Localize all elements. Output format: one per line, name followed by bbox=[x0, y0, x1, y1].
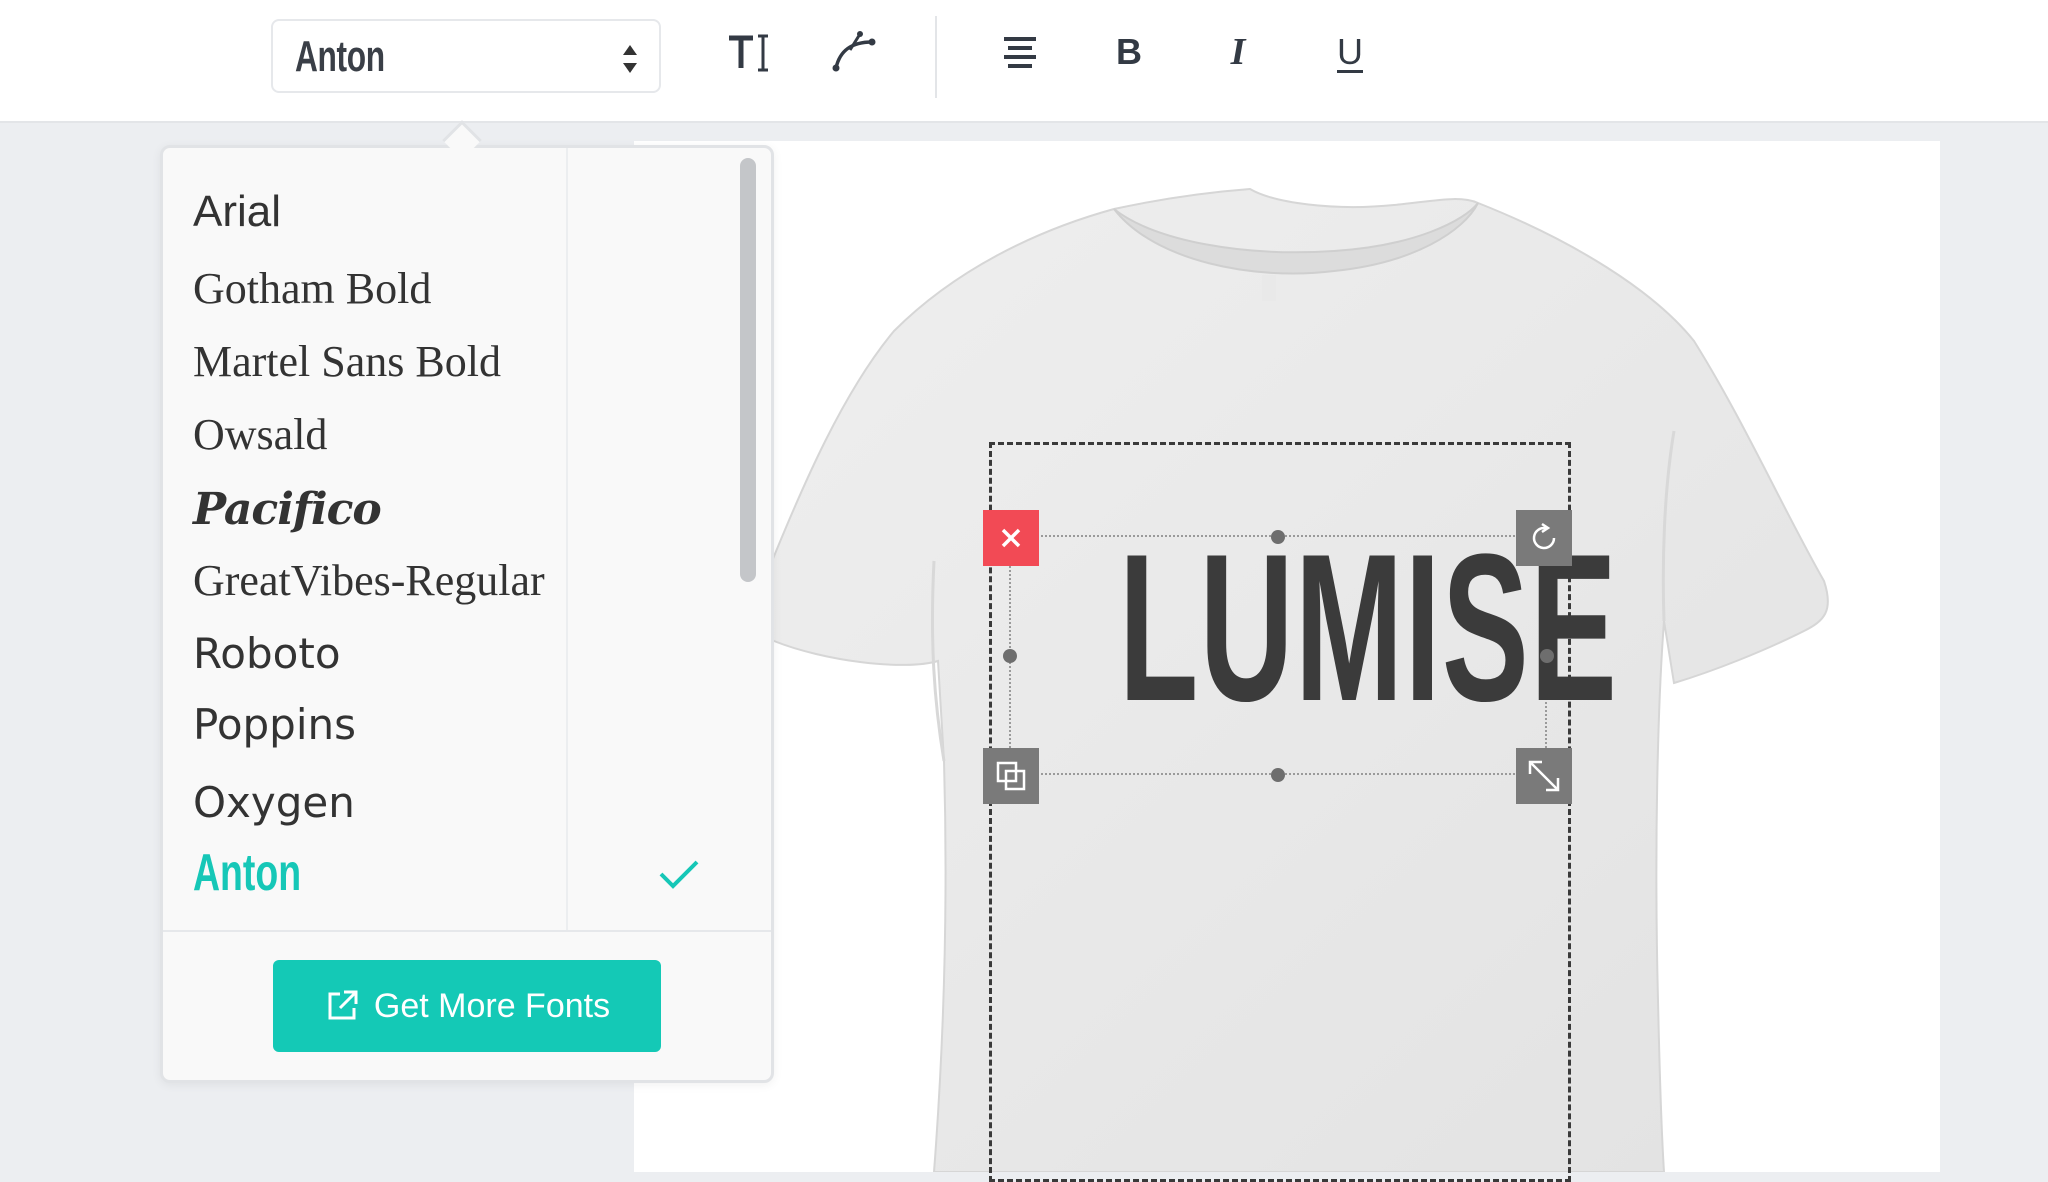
font-option-anton-label: Anton bbox=[193, 844, 302, 902]
rotate-icon bbox=[1532, 522, 1556, 550]
curve-icon bbox=[832, 31, 876, 72]
font-option-gotham-bold[interactable]: Gotham Bold bbox=[193, 256, 713, 322]
curved-text-button[interactable] bbox=[824, 22, 884, 82]
font-option-martel-sans-bold[interactable]: Martel Sans Bold bbox=[193, 329, 713, 395]
font-option-greatvibes-regular[interactable]: GreatVibes-Regular bbox=[193, 548, 713, 614]
resize-icon bbox=[1528, 760, 1560, 792]
close-icon bbox=[1001, 528, 1021, 548]
get-more-fonts-label: Get More Fonts bbox=[373, 986, 611, 1025]
duplicate-icon bbox=[996, 761, 1026, 791]
text-size-button[interactable] bbox=[718, 22, 778, 82]
handle-bottom[interactable] bbox=[1271, 768, 1285, 782]
rotate-object-button[interactable] bbox=[1516, 510, 1572, 566]
bold-label: B bbox=[1116, 31, 1142, 72]
handle-left[interactable] bbox=[1003, 649, 1017, 663]
underline-button[interactable]: U bbox=[1320, 22, 1380, 82]
font-option-pacifico[interactable]: Pacifico bbox=[193, 477, 713, 543]
handle-right[interactable] bbox=[1540, 649, 1554, 663]
get-more-fonts-button[interactable]: Get More Fonts bbox=[273, 960, 661, 1052]
external-link-icon bbox=[328, 990, 358, 1020]
duplicate-object-button[interactable] bbox=[983, 748, 1039, 804]
underline-label: U bbox=[1337, 31, 1363, 72]
text-size-icon bbox=[729, 34, 768, 72]
font-option-oxygen[interactable]: Oxygen bbox=[193, 770, 713, 836]
align-center-icon bbox=[1004, 37, 1036, 68]
toolbar: Anton B I U bbox=[0, 0, 2048, 123]
align-button[interactable] bbox=[990, 22, 1050, 82]
toolbar-divider bbox=[935, 16, 937, 98]
font-dropdown-panel: Arial Gotham Bold Martel Sans Bold Owsal… bbox=[160, 145, 774, 1083]
canvas-text-object[interactable]: LUMISE bbox=[1119, 523, 1617, 733]
font-option-arial[interactable]: Arial bbox=[193, 179, 713, 245]
select-arrows-icon bbox=[623, 45, 637, 73]
font-option-roboto[interactable]: Roboto bbox=[193, 621, 713, 687]
selected-check-icon bbox=[659, 860, 699, 889]
font-option-poppins[interactable]: Poppins bbox=[193, 692, 713, 758]
delete-object-button[interactable] bbox=[983, 510, 1039, 566]
font-family-select[interactable]: Anton bbox=[271, 19, 661, 93]
font-list[interactable]: Arial Gotham Bold Martel Sans Bold Owsal… bbox=[163, 148, 733, 933]
font-option-owsald[interactable]: Owsald bbox=[193, 402, 713, 468]
dropdown-footer-divider bbox=[163, 930, 771, 932]
font-select-value: Anton bbox=[295, 32, 385, 81]
font-list-divider bbox=[566, 148, 568, 930]
font-list-scrollbar[interactable] bbox=[740, 158, 756, 582]
handle-top[interactable] bbox=[1271, 530, 1285, 544]
bold-button[interactable]: B bbox=[1099, 22, 1159, 82]
italic-button[interactable]: I bbox=[1208, 22, 1268, 82]
italic-label: I bbox=[1230, 31, 1246, 73]
resize-object-button[interactable] bbox=[1516, 748, 1572, 804]
font-option-anton[interactable]: Anton bbox=[193, 840, 713, 906]
